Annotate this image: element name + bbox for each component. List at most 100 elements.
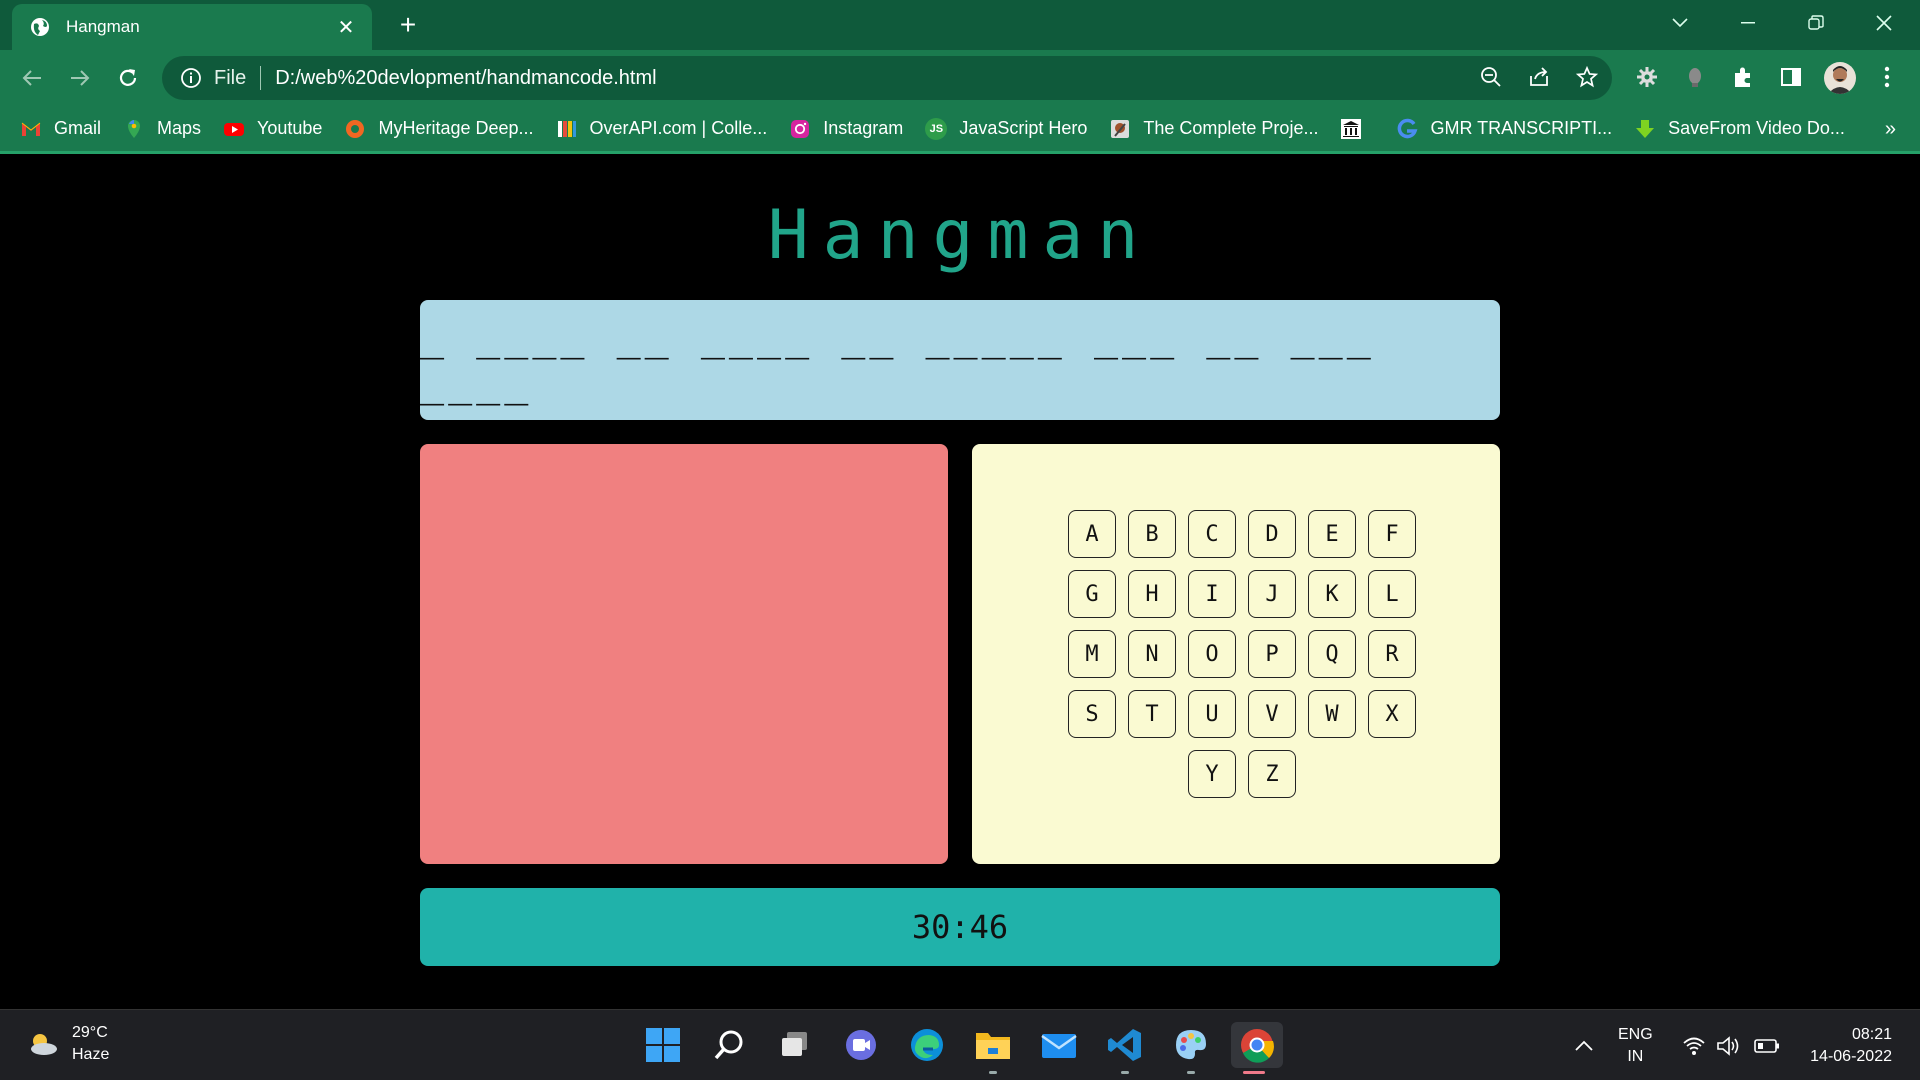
input-language-indicator[interactable]: ENG IN: [1618, 1024, 1653, 1068]
url-scheme-label: File: [214, 66, 247, 89]
close-window-button[interactable]: [1854, 6, 1914, 40]
letter-key-u[interactable]: U: [1188, 690, 1236, 738]
running-indicator: [1187, 1071, 1195, 1074]
vscode-button[interactable]: [1102, 1022, 1148, 1074]
bookmark-gmr[interactable]: GMR TRANSCRIPTI...: [1396, 118, 1612, 140]
bookmark-myheritage[interactable]: MyHeritage Deep...: [344, 118, 534, 140]
letter-key-a[interactable]: A: [1068, 510, 1116, 558]
bookmark-javascript-hero[interactable]: JS JavaScript Hero: [925, 117, 1087, 140]
weather-temperature: 29°C: [72, 1024, 108, 1041]
back-button[interactable]: [14, 60, 50, 96]
letter-key-k[interactable]: K: [1308, 570, 1356, 618]
gmr-icon: [1398, 118, 1418, 138]
reload-button[interactable]: [110, 60, 146, 96]
vscode-icon: [1108, 1029, 1141, 1061]
letter-key-f[interactable]: F: [1368, 510, 1416, 558]
tray-overflow-button[interactable]: [1574, 1010, 1594, 1080]
maps-icon: [128, 119, 141, 138]
bookmark-instagram[interactable]: Instagram: [789, 118, 903, 140]
letter-key-h[interactable]: H: [1128, 570, 1176, 618]
bookmark-overapi[interactable]: OverAPI.com | Colle...: [556, 118, 768, 140]
clock[interactable]: 08:21 14-06-2022: [1800, 1024, 1892, 1068]
weather-widget[interactable]: 29°C Haze: [26, 1022, 109, 1066]
profile-avatar[interactable]: [1824, 62, 1856, 94]
letter-key-y[interactable]: Y: [1188, 750, 1236, 798]
url-text[interactable]: D:/web%20devlopment/handmancode.html: [275, 67, 1612, 90]
letter-key-t[interactable]: T: [1128, 690, 1176, 738]
letter-key-s[interactable]: S: [1068, 690, 1116, 738]
bookmark-star-icon[interactable]: [1572, 62, 1602, 92]
forward-button[interactable]: [62, 60, 98, 96]
bookmarks-overflow-button[interactable]: »: [1885, 118, 1896, 141]
browser-tab[interactable]: Hangman ✕: [12, 4, 372, 50]
file-explorer-button[interactable]: [970, 1022, 1016, 1074]
bookmark-savefrom[interactable]: SaveFrom Video Do...: [1634, 118, 1845, 140]
bookmark-label: The Complete Proje...: [1143, 118, 1319, 138]
bookmark-gmail[interactable]: Gmail: [20, 118, 101, 140]
letter-key-q[interactable]: Q: [1308, 630, 1356, 678]
start-button[interactable]: [640, 1022, 686, 1068]
letter-key-l[interactable]: L: [1368, 570, 1416, 618]
bookmark-label: OverAPI.com | Colle...: [589, 118, 768, 138]
letter-key-o[interactable]: O: [1188, 630, 1236, 678]
letter-key-v[interactable]: V: [1248, 690, 1296, 738]
letter-key-z[interactable]: Z: [1248, 750, 1296, 798]
arrow-left-icon: [22, 70, 41, 86]
myheritage-icon: [346, 119, 365, 138]
zoom-out-icon[interactable]: [1476, 62, 1506, 92]
address-bar[interactable]: File D:/web%20devlopment/handmancode.htm…: [162, 56, 1612, 100]
letter-key-d[interactable]: D: [1248, 510, 1296, 558]
bookmark-institution[interactable]: [1340, 118, 1374, 140]
bookmark-complete-project[interactable]: The Complete Proje...: [1109, 118, 1318, 140]
taskbar: 29°C Haze ENG IN 08:21 14-06-2022: [0, 1009, 1920, 1080]
letter-key-e[interactable]: E: [1308, 510, 1356, 558]
windows-icon: [646, 1028, 680, 1062]
edge-button[interactable]: [904, 1022, 950, 1068]
letter-key-x[interactable]: X: [1368, 690, 1416, 738]
battery-icon[interactable]: [1754, 1010, 1780, 1080]
task-view-button[interactable]: [772, 1022, 818, 1068]
taskbar-search-button[interactable]: [706, 1022, 752, 1068]
side-panel-icon[interactable]: [1776, 62, 1806, 92]
task-view-icon: [782, 1032, 807, 1056]
reload-icon: [119, 69, 137, 86]
menu-kebab-icon[interactable]: [1872, 62, 1902, 92]
share-icon[interactable]: [1524, 62, 1554, 92]
letters-panel: ABCDEF GHIJKL MNOPQR STUVWX YZ: [972, 444, 1500, 864]
letter-key-j[interactable]: J: [1248, 570, 1296, 618]
letter-key-p[interactable]: P: [1248, 630, 1296, 678]
letter-key-r[interactable]: R: [1368, 630, 1416, 678]
letter-key-g[interactable]: G: [1068, 570, 1116, 618]
new-tab-button[interactable]: +: [392, 10, 424, 42]
tab-strip: Hangman ✕ +: [0, 0, 1920, 50]
letter-key-m[interactable]: M: [1068, 630, 1116, 678]
info-icon[interactable]: [180, 67, 202, 89]
bookmark-label: Maps: [157, 118, 202, 138]
letter-key-n[interactable]: N: [1128, 630, 1176, 678]
volume-icon[interactable]: [1716, 1010, 1742, 1080]
bookmarks-bar: Gmail Maps Youtube MyHeritage Deep... Ov…: [0, 106, 1920, 154]
bookmark-youtube[interactable]: Youtube: [223, 118, 322, 140]
game-title: Hangman: [767, 196, 1153, 275]
teams-chat-button[interactable]: [838, 1022, 884, 1068]
chrome-button[interactable]: [1231, 1022, 1283, 1074]
letter-key-b[interactable]: B: [1128, 510, 1176, 558]
letter-key-c[interactable]: C: [1188, 510, 1236, 558]
extensions-puzzle-icon[interactable]: [1728, 62, 1758, 92]
mail-button[interactable]: [1036, 1022, 1082, 1068]
chat-icon: [846, 1030, 876, 1060]
restore-button[interactable]: [1786, 6, 1846, 40]
bookmark-maps[interactable]: Maps: [123, 118, 201, 140]
overapi-icon: [557, 120, 576, 137]
running-indicator: [989, 1071, 997, 1074]
tab-search-icon[interactable]: [1650, 6, 1710, 40]
wifi-icon[interactable]: [1682, 1010, 1706, 1080]
letter-key-i[interactable]: I: [1188, 570, 1236, 618]
edge-icon: [911, 1029, 943, 1061]
extension-gear-icon[interactable]: [1632, 62, 1662, 92]
minimize-button[interactable]: [1718, 6, 1778, 40]
paint-button[interactable]: [1168, 1022, 1214, 1074]
tab-close-icon[interactable]: ✕: [334, 15, 358, 40]
letter-key-w[interactable]: W: [1308, 690, 1356, 738]
extension-bulb-icon[interactable]: [1680, 62, 1710, 92]
